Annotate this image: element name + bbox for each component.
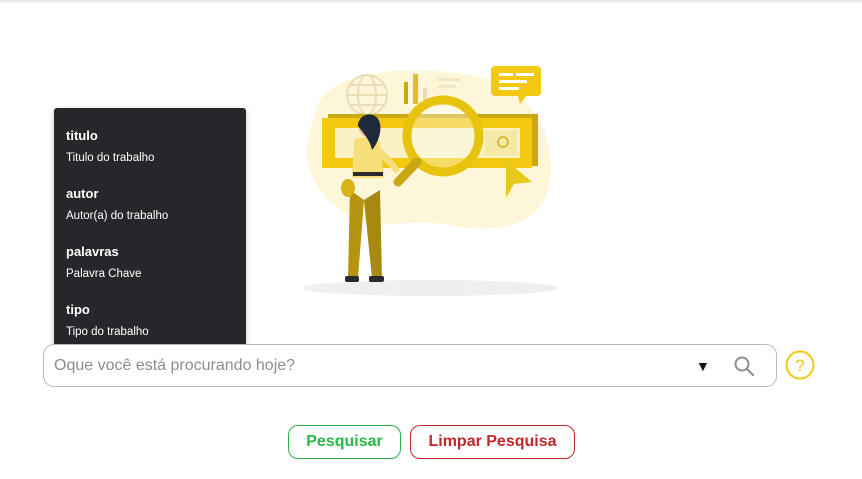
page: titulo Titulo do trabalho autor Autor(a)… <box>0 0 862 479</box>
tooltip-item-palavras: palavras Palavra Chave <box>66 244 141 281</box>
search-illustration <box>302 66 558 296</box>
clear-search-button[interactable]: Limpar Pesquisa <box>410 425 575 459</box>
tooltip-item-titulo: titulo Titulo do trabalho <box>66 128 154 165</box>
tooltip-desc: Titulo do trabalho <box>66 152 155 164</box>
header-shadow <box>0 0 862 4</box>
tooltip-item-autor: autor Autor(a) do trabalho <box>66 186 168 223</box>
tooltip-key: palavras <box>66 244 119 259</box>
tooltip-desc: Tipo do trabalho <box>66 326 149 338</box>
tooltip-key: autor <box>66 186 99 201</box>
tooltip-key: tipo <box>66 302 90 317</box>
magnifier-icon[interactable] <box>732 354 756 378</box>
tooltip-item-tipo: tipo Tipo do trabalho <box>66 302 149 339</box>
tooltip-desc: Autor(a) do trabalho <box>66 210 169 222</box>
question-circle-icon[interactable]: ? <box>785 350 815 380</box>
search-bar: ▼ <box>43 344 777 387</box>
search-input[interactable] <box>54 351 654 381</box>
search-fields-tooltip: titulo Titulo do trabalho autor Autor(a)… <box>54 108 246 356</box>
tooltip-desc: Palavra Chave <box>66 268 142 280</box>
tooltip-key: titulo <box>66 128 98 143</box>
search-button[interactable]: Pesquisar <box>288 425 401 459</box>
caret-down-icon[interactable]: ▼ <box>696 357 710 375</box>
svg-text:?: ? <box>795 356 804 375</box>
